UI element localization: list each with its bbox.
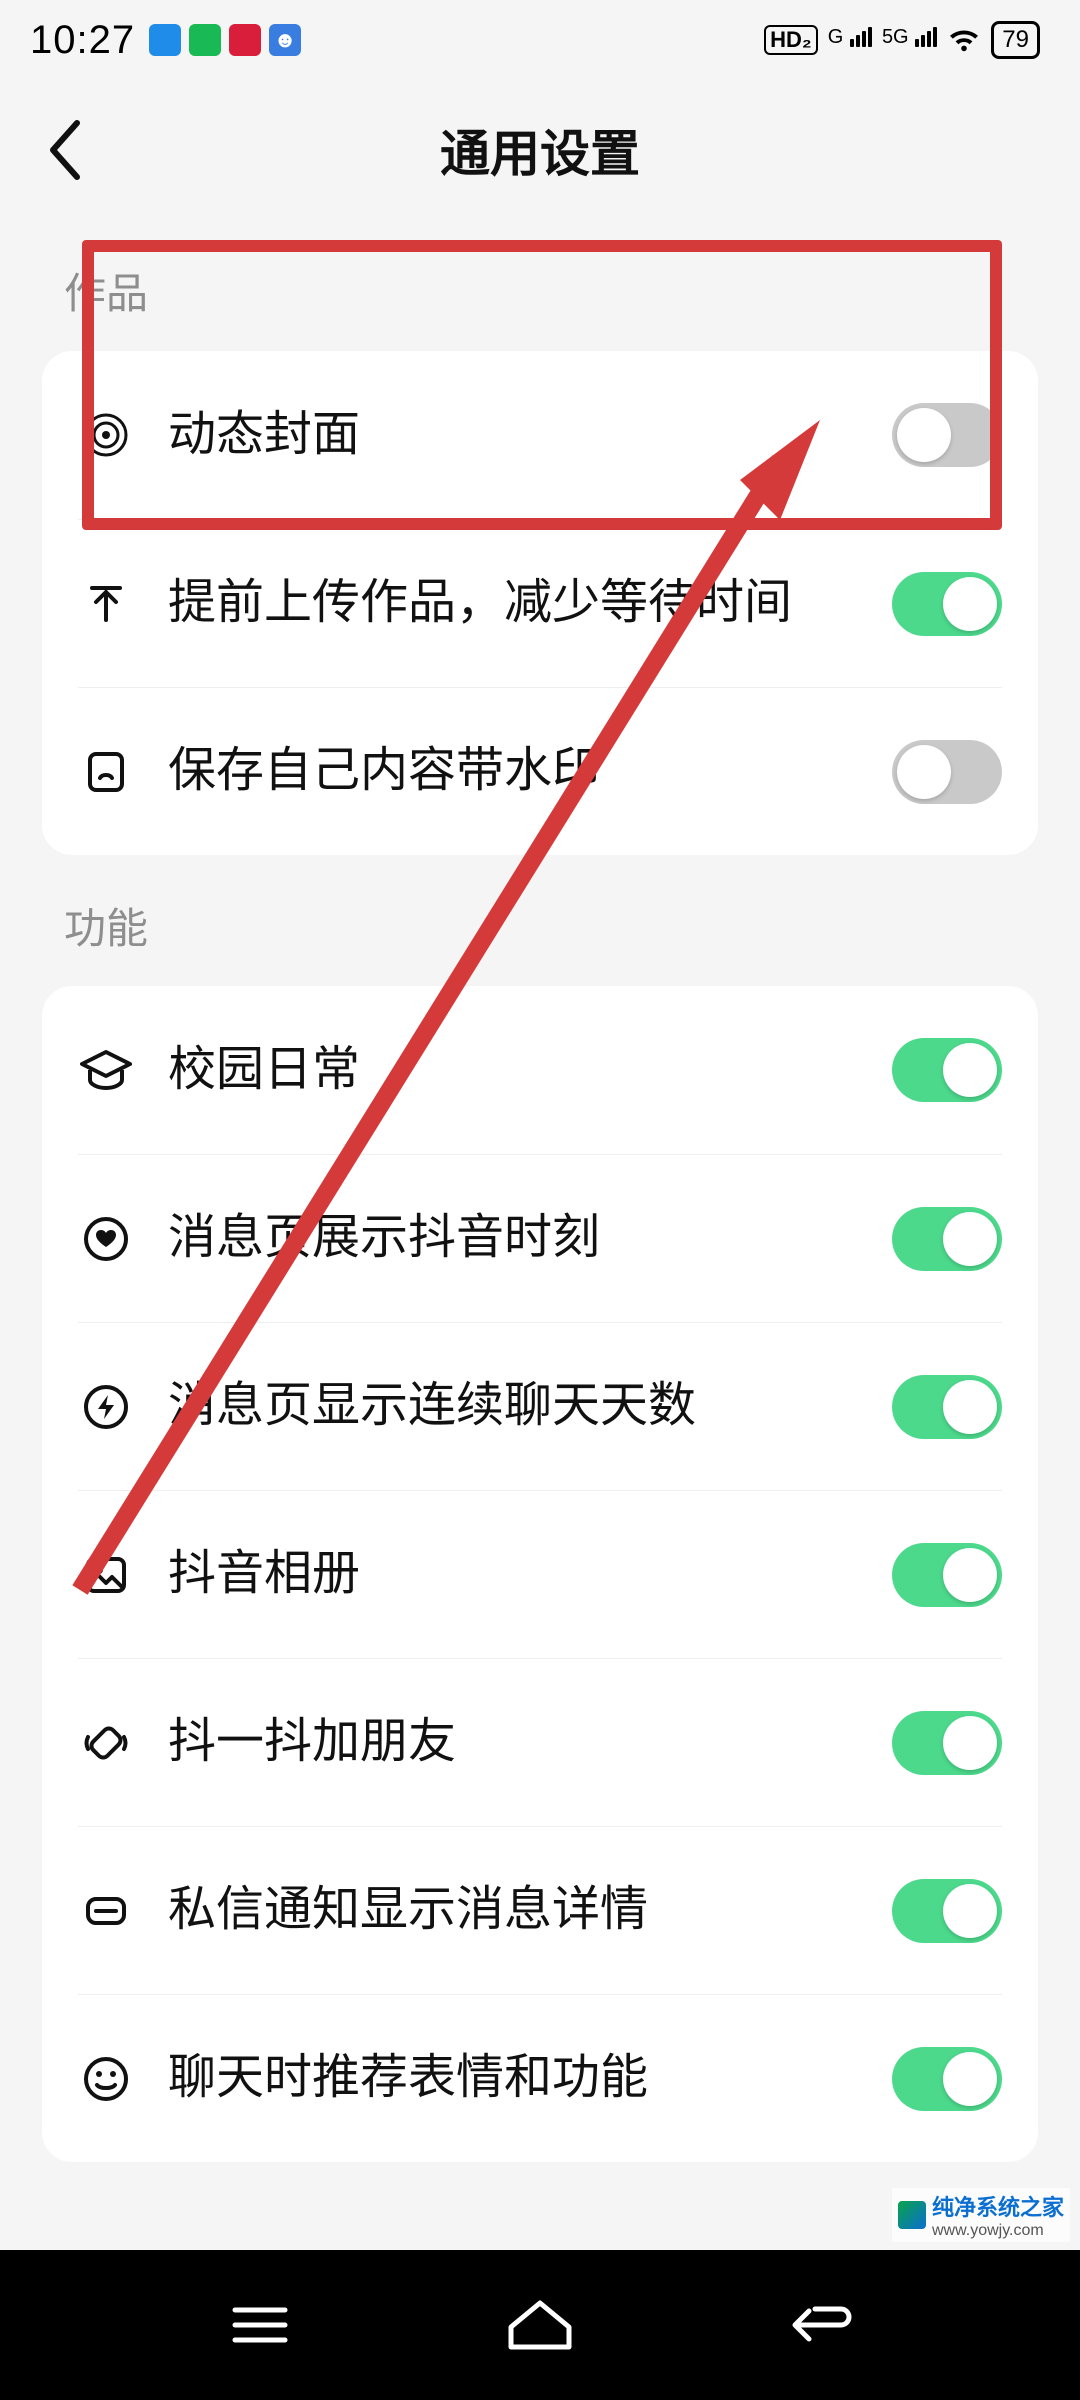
toggle-shake-friend[interactable]	[892, 1711, 1002, 1775]
battery-indicator: 79	[991, 21, 1040, 59]
app-icon	[229, 24, 261, 56]
row-campus-daily[interactable]: 校园日常	[78, 986, 1002, 1154]
row-shake-friend[interactable]: 抖一抖加朋友	[78, 1658, 1002, 1826]
page-icon	[78, 744, 134, 800]
nav-home-button[interactable]	[495, 2295, 585, 2355]
smiley-icon	[78, 2051, 134, 2107]
toggle-douyin-moments[interactable]	[892, 1207, 1002, 1271]
nav-recent-button[interactable]	[215, 2295, 305, 2355]
row-label: 抖音相册	[168, 1543, 858, 1605]
toggle-douyin-album[interactable]	[892, 1543, 1002, 1607]
row-label: 保存自己内容带水印	[168, 740, 858, 802]
page-header: 通用设置	[0, 80, 1080, 220]
status-time: 10:27	[30, 18, 135, 63]
toggle-chat-emoji-rec[interactable]	[892, 2047, 1002, 2111]
signal-2: 5G	[882, 26, 937, 54]
row-douyin-album[interactable]: 抖音相册	[78, 1490, 1002, 1658]
row-label: 消息页展示抖音时刻	[168, 1207, 858, 1269]
toggle-dynamic-cover[interactable]	[892, 403, 1002, 467]
toggle-save-watermark[interactable]	[892, 740, 1002, 804]
shake-icon	[78, 1715, 134, 1771]
row-label: 校园日常	[168, 1039, 858, 1101]
app-icon	[189, 24, 221, 56]
watermark-url: www.yowjy.com	[932, 2222, 1064, 2240]
row-save-watermark[interactable]: 保存自己内容带水印	[78, 687, 1002, 855]
works-card: 动态封面 提前上传作品，减少等待时间 保存自己内容带水印	[42, 351, 1038, 855]
row-dynamic-cover[interactable]: 动态封面	[78, 351, 1002, 519]
graduation-cap-icon	[78, 1042, 134, 1098]
back-button[interactable]	[30, 115, 100, 185]
row-preupload[interactable]: 提前上传作品，减少等待时间	[78, 519, 1002, 687]
message-detail-icon	[78, 1883, 134, 1939]
app-icon: ☻	[269, 24, 301, 56]
row-chat-emoji-rec[interactable]: 聊天时推荐表情和功能	[78, 1994, 1002, 2162]
watermark: 纯净系统之家 www.yowjy.com	[892, 2188, 1070, 2242]
signal-1: G	[828, 26, 872, 54]
toggle-chat-days[interactable]	[892, 1375, 1002, 1439]
row-douyin-moments[interactable]: 消息页展示抖音时刻	[78, 1154, 1002, 1322]
system-nav-bar	[0, 2250, 1080, 2400]
hd-badge: HD₂	[764, 25, 818, 55]
page-title: 通用设置	[40, 114, 1040, 186]
status-bar: 10:27 ☻ HD₂ G 5G 79	[0, 0, 1080, 80]
photo-icon	[78, 1547, 134, 1603]
row-dm-detail[interactable]: 私信通知显示消息详情	[78, 1826, 1002, 1994]
upload-icon	[78, 576, 134, 632]
row-label: 消息页显示连续聊天天数	[168, 1375, 858, 1437]
row-label: 动态封面	[168, 404, 858, 466]
toggle-preupload[interactable]	[892, 572, 1002, 636]
status-app-icons: ☻	[149, 24, 301, 56]
row-label: 聊天时推荐表情和功能	[168, 2047, 858, 2109]
section-label-features: 功能	[0, 855, 1080, 986]
toggle-campus-daily[interactable]	[892, 1038, 1002, 1102]
lightning-circle-icon	[78, 1379, 134, 1435]
row-label: 抖一抖加朋友	[168, 1711, 858, 1773]
heart-circle-icon	[78, 1211, 134, 1267]
section-label-works: 作品	[0, 220, 1080, 351]
wifi-icon	[947, 26, 981, 54]
toggle-dm-detail[interactable]	[892, 1879, 1002, 1943]
row-chat-days[interactable]: 消息页显示连续聊天天数	[78, 1322, 1002, 1490]
watermark-text: 纯净系统之家	[932, 2190, 1064, 2222]
watermark-logo-icon	[898, 2201, 926, 2229]
nav-back-button[interactable]	[775, 2295, 865, 2355]
app-icon	[149, 24, 181, 56]
features-card: 校园日常 消息页展示抖音时刻 消息页显示连续聊天天数 抖音相册	[42, 986, 1038, 2162]
row-label: 提前上传作品，减少等待时间	[168, 572, 858, 634]
target-icon	[78, 407, 134, 463]
row-label: 私信通知显示消息详情	[168, 1879, 858, 1941]
